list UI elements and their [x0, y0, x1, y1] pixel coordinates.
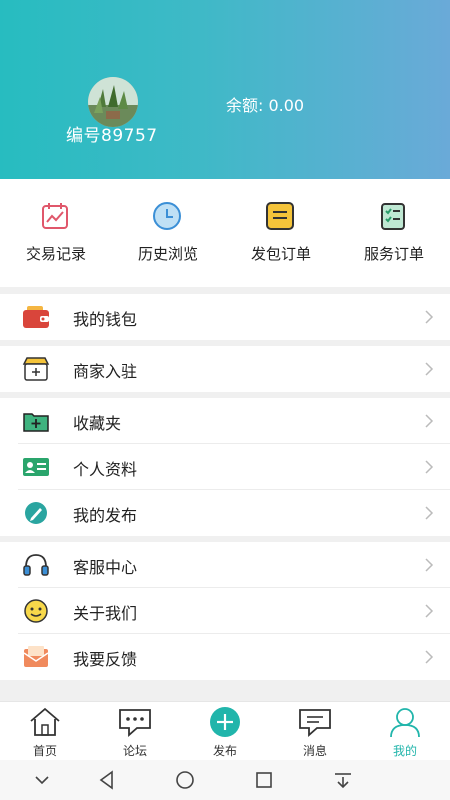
menu-item-feedback[interactable]: 我要反馈: [0, 634, 450, 680]
note-icon: [265, 201, 295, 231]
menu-group-support: 客服中心 关于我们 我要反馈: [0, 542, 450, 680]
wallet-icon: [22, 304, 50, 330]
tab-forum[interactable]: 论坛: [90, 702, 180, 761]
menu-group-wallet: 我的钱包: [0, 294, 450, 340]
balance-text: 余额: 0.00: [226, 96, 305, 115]
menu-label: 我的发布: [73, 506, 138, 525]
shortcut-label: 历史浏览: [137, 245, 198, 263]
shortcut-contract-orders[interactable]: 发包订单: [225, 179, 337, 287]
recents-icon[interactable]: [253, 769, 275, 791]
shortcut-label: 服务订单: [363, 245, 424, 263]
menu-item-profile[interactable]: 个人资料: [0, 444, 450, 490]
menu-item-service-center[interactable]: 客服中心: [0, 542, 450, 588]
message-icon: [297, 706, 333, 738]
shortcut-service-orders[interactable]: 服务订单: [338, 179, 450, 287]
tab-label: 消息: [302, 744, 327, 758]
system-navigation-bar: [0, 760, 450, 800]
shortcut-grid: 交易记录 历史浏览 发包订单 服务订单: [0, 179, 450, 287]
menu-label: 我的钱包: [73, 310, 138, 329]
id-card-icon: [22, 454, 50, 480]
chevron-right-icon: [424, 649, 434, 665]
menu-item-my-posts[interactable]: 我的发布: [0, 490, 450, 536]
shortcut-transaction-records[interactable]: 交易记录: [0, 179, 112, 287]
menu-label: 个人资料: [73, 460, 138, 479]
tab-publish[interactable]: 发布: [180, 702, 270, 761]
menu-label: 客服中心: [73, 558, 138, 577]
smiley-icon: [22, 598, 50, 624]
menu-label: 收藏夹: [73, 414, 122, 433]
tab-label: 发布: [212, 744, 237, 758]
tab-messages[interactable]: 消息: [270, 702, 360, 761]
tab-mine[interactable]: 我的: [360, 702, 450, 761]
store-icon: [22, 356, 50, 382]
menu-label: 我要反馈: [73, 650, 138, 669]
menu-item-about-us[interactable]: 关于我们: [0, 588, 450, 634]
chevron-right-icon: [424, 557, 434, 573]
chevron-right-icon: [424, 459, 434, 475]
menu-group-account: 收藏夹 个人资料 我的发布: [0, 398, 450, 536]
chevron-right-icon: [424, 505, 434, 521]
notification-pull-icon[interactable]: [332, 769, 354, 791]
menu-label: 关于我们: [73, 604, 138, 623]
forum-icon: [117, 706, 153, 738]
profile-header: 编号89757 余额: 0.00: [0, 0, 450, 179]
shortcut-history[interactable]: 历史浏览: [112, 179, 224, 287]
chevron-right-icon: [424, 413, 434, 429]
headset-icon: [22, 552, 50, 578]
folder-plus-icon: [22, 408, 50, 434]
menu-item-wallet[interactable]: 我的钱包: [0, 294, 450, 340]
menu-label: 商家入驻: [73, 362, 138, 381]
tab-label: 我的: [392, 744, 417, 758]
checklist-icon: [378, 201, 408, 231]
person-icon: [387, 706, 423, 738]
chevron-right-icon: [424, 361, 434, 377]
avatar[interactable]: [88, 77, 138, 127]
envelope-icon: [22, 644, 50, 670]
clock-icon: [152, 201, 182, 231]
chevron-right-icon: [424, 603, 434, 619]
menu-item-merchant[interactable]: 商家入驻: [0, 346, 450, 392]
menu-group-merchant: 商家入驻: [0, 346, 450, 392]
member-id: 编号89757: [66, 126, 158, 146]
home-button-icon[interactable]: [174, 769, 196, 791]
home-icon: [27, 706, 63, 738]
bottom-tab-bar: 首页 论坛 发布 消息 我的: [0, 701, 450, 760]
menu-item-favorites[interactable]: 收藏夹: [0, 398, 450, 444]
shortcut-label: 发包订单: [250, 245, 311, 263]
chevron-down-icon[interactable]: [31, 769, 53, 791]
plus-circle-icon: [207, 706, 243, 738]
tab-label: 首页: [32, 744, 57, 758]
chevron-right-icon: [424, 309, 434, 325]
calendar-chart-icon: [40, 201, 70, 231]
pen-circle-icon: [22, 500, 50, 526]
tab-label: 论坛: [122, 744, 147, 758]
shortcut-label: 交易记录: [25, 245, 86, 263]
back-icon[interactable]: [96, 769, 118, 791]
tab-home[interactable]: 首页: [0, 702, 90, 761]
